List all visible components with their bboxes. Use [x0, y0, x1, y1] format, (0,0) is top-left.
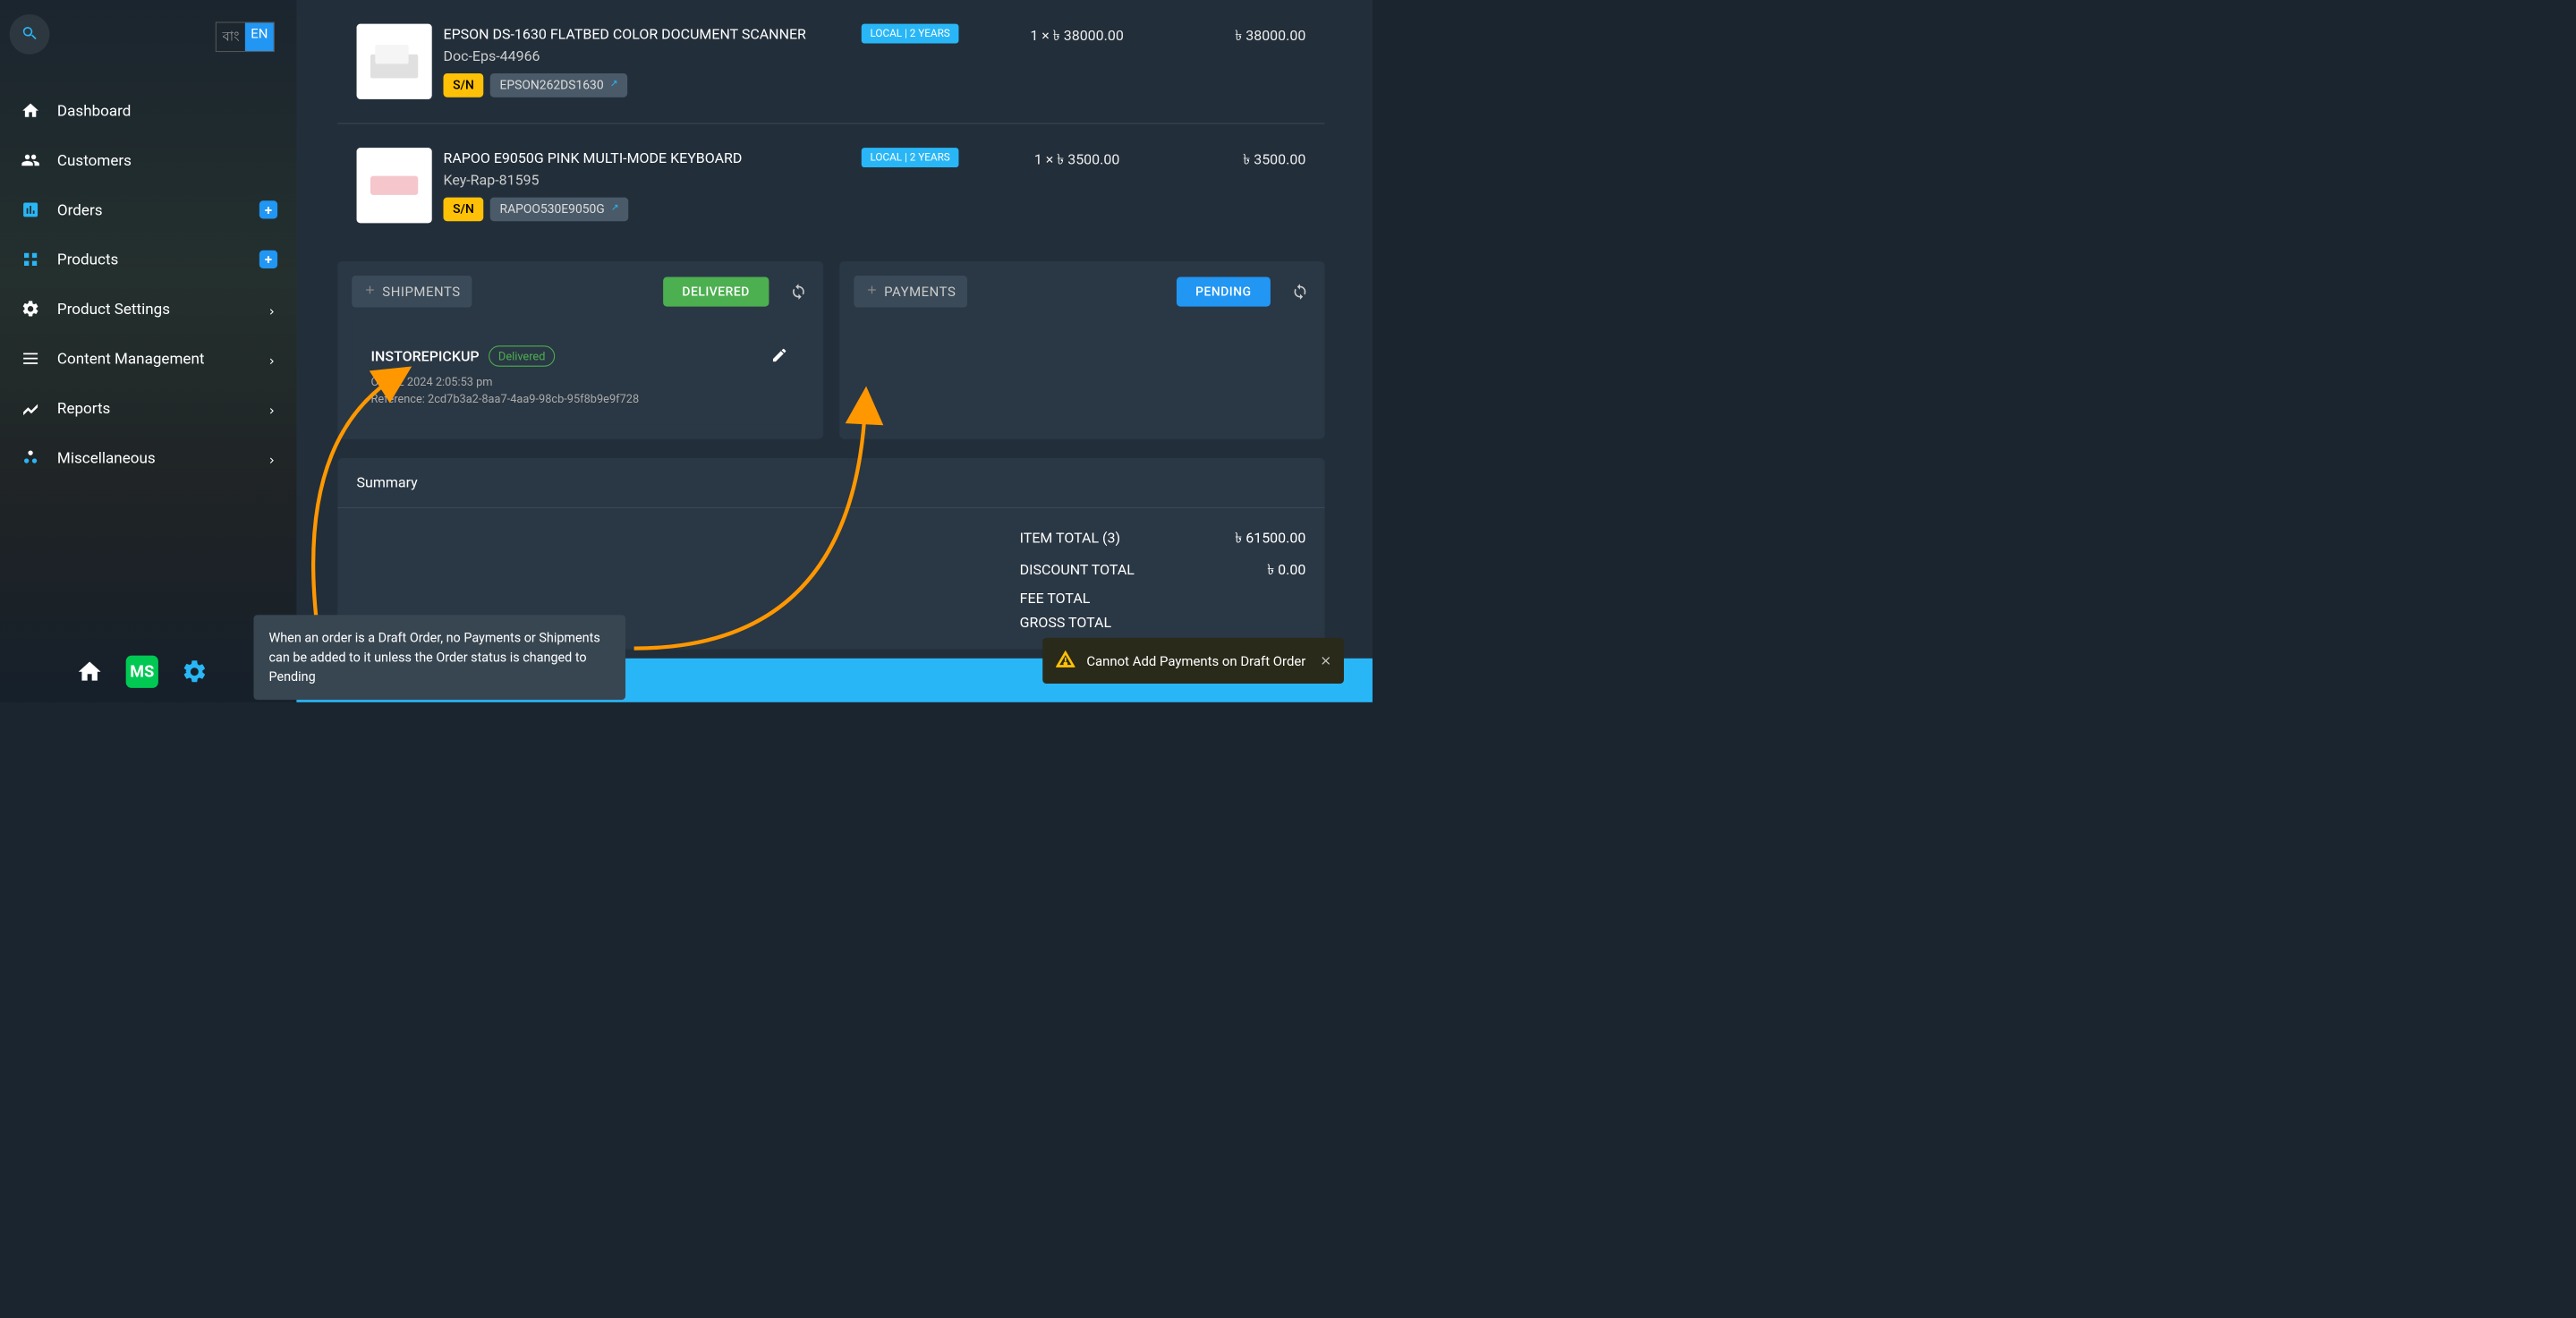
sidebar-item-content-management[interactable]: Content Management: [14, 334, 282, 383]
edit-shipment-button[interactable]: [770, 346, 789, 365]
sidebar-item-label: Orders: [57, 200, 103, 218]
sn-label: S/N: [444, 198, 484, 222]
line-items: EPSON DS-1630 FLATBED COLOR DOCUMENT SCA…: [337, 0, 1324, 247]
sidebar-item-label: Reports: [57, 399, 110, 417]
warranty-badge: LOCAL | 2 YEARS: [862, 148, 958, 167]
sidebar-item-label: Product Settings: [57, 300, 170, 318]
sidebar-item-label: Customers: [57, 151, 132, 169]
product-sku: Doc-Eps-44966: [444, 48, 839, 65]
chevron-right-icon: [266, 303, 277, 315]
shipment-reference: Reference: 2cd7b3a2-8aa7-4aa9-98cb-95f8b…: [371, 392, 790, 405]
plus-icon: [865, 283, 884, 300]
summary-title: Summary: [337, 458, 1324, 508]
products-icon: [19, 248, 42, 271]
qty-price: 1 × ৳ 3500.00: [982, 148, 1172, 172]
sidebar-item-label: Products: [57, 251, 118, 268]
toast-close-button[interactable]: [1319, 654, 1332, 668]
sidebar-item-label: Miscellaneous: [57, 448, 156, 466]
sidebar-item-orders[interactable]: Orders +: [14, 185, 282, 234]
shipment-type: INSTOREPICKUP: [371, 348, 480, 365]
nav: Dashboard Customers Orders + Products + …: [14, 86, 282, 482]
add-order-button[interactable]: +: [259, 200, 277, 218]
lang-bn[interactable]: বাং: [217, 23, 245, 51]
sn-value[interactable]: RAPOO530E9050G: [490, 198, 628, 222]
chart-icon: [19, 396, 42, 420]
sidebar-item-label: Content Management: [57, 350, 205, 368]
misc-icon: [19, 446, 42, 470]
product-image: [357, 148, 432, 223]
shipment-entry: INSTOREPICKUP Delivered Oct 02 2024 2:05…: [352, 317, 809, 424]
sidebar-item-label: Dashboard: [57, 101, 131, 119]
sidebar-item-products[interactable]: Products +: [14, 234, 282, 284]
external-link-icon: [609, 202, 619, 217]
search-icon: [21, 25, 38, 44]
shipments-label: SHIPMENTS: [382, 284, 460, 300]
product-title: EPSON DS-1630 FLATBED COLOR DOCUMENT SCA…: [444, 24, 839, 46]
sidebar-item-dashboard[interactable]: Dashboard: [14, 86, 282, 135]
payments-label: PAYMENTS: [884, 284, 956, 300]
chevron-right-icon: [266, 452, 277, 463]
lang-en[interactable]: EN: [245, 23, 274, 51]
qty-price: 1 × ৳ 38000.00: [982, 24, 1172, 48]
chevron-right-icon: [266, 403, 277, 414]
delivered-pill: Delivered: [489, 345, 555, 366]
payments-status-button[interactable]: PENDING: [1177, 276, 1271, 306]
annotation-callout: When an order is a Draft Order, no Payme…: [253, 615, 625, 700]
sn-value[interactable]: EPSON262DS1630: [490, 73, 627, 98]
sidebar-item-customers[interactable]: Customers: [14, 135, 282, 184]
home-button[interactable]: [76, 659, 103, 685]
summary-row: FEE TOTAL: [357, 586, 1306, 610]
shipments-status-button[interactable]: DELIVERED: [663, 276, 769, 306]
refresh-shipments-button[interactable]: [787, 281, 808, 302]
toast-message: Cannot Add Payments on Draft Order: [1086, 653, 1305, 669]
ms-badge[interactable]: MS: [126, 656, 158, 688]
product-sku: Key-Rap-81595: [444, 172, 839, 189]
content-icon: [19, 347, 42, 370]
warning-icon: [1056, 650, 1075, 671]
orders-icon: [19, 199, 42, 222]
line-total: ৳ 38000.00: [1172, 24, 1305, 48]
external-link-icon: [608, 78, 618, 92]
summary-row: DISCOUNT TOTAL ৳ 0.00: [357, 555, 1306, 587]
warranty-badge: LOCAL | 2 YEARS: [862, 24, 958, 44]
add-product-button[interactable]: +: [259, 251, 277, 268]
summary-row: ITEM TOTAL (3) ৳ 61500.00: [357, 523, 1306, 555]
add-shipment-button[interactable]: SHIPMENTS: [352, 276, 472, 308]
sidebar-bottom-icons: MS: [76, 656, 208, 688]
chevron-right-icon: [266, 353, 277, 364]
search-button[interactable]: [10, 14, 50, 55]
add-payment-button[interactable]: PAYMENTS: [854, 276, 967, 308]
gear-icon: [19, 297, 42, 320]
product-title: RAPOO E9050G PINK MULTI-MODE KEYBOARD: [444, 148, 839, 169]
line-item: EPSON DS-1630 FLATBED COLOR DOCUMENT SCA…: [337, 0, 1324, 123]
refresh-payments-button[interactable]: [1289, 281, 1310, 302]
shipments-panel: SHIPMENTS DELIVERED INSTOREPICKUP Delive…: [337, 261, 823, 439]
people-icon: [19, 149, 42, 172]
payments-panel: PAYMENTS PENDING: [839, 261, 1325, 439]
plus-icon: [363, 283, 382, 300]
sidebar-item-miscellaneous[interactable]: Miscellaneous: [14, 433, 282, 482]
sidebar: বাং EN Dashboard Customers Orders + Prod…: [0, 0, 296, 702]
sidebar-item-product-settings[interactable]: Product Settings: [14, 285, 282, 334]
sn-label: S/N: [444, 73, 484, 98]
toast-error: Cannot Add Payments on Draft Order: [1042, 638, 1344, 684]
line-total: ৳ 3500.00: [1172, 148, 1305, 172]
line-item: RAPOO E9050G PINK MULTI-MODE KEYBOARD Ke…: [337, 123, 1324, 247]
home-icon: [19, 99, 42, 123]
main-content: EPSON DS-1630 FLATBED COLOR DOCUMENT SCA…: [296, 0, 1373, 702]
settings-button[interactable]: [181, 659, 208, 685]
language-toggle[interactable]: বাং EN: [216, 22, 275, 53]
product-image: [357, 24, 432, 99]
shipment-date: Oct 02 2024 2:05:53 pm: [371, 375, 790, 388]
sidebar-item-reports[interactable]: Reports: [14, 383, 282, 432]
